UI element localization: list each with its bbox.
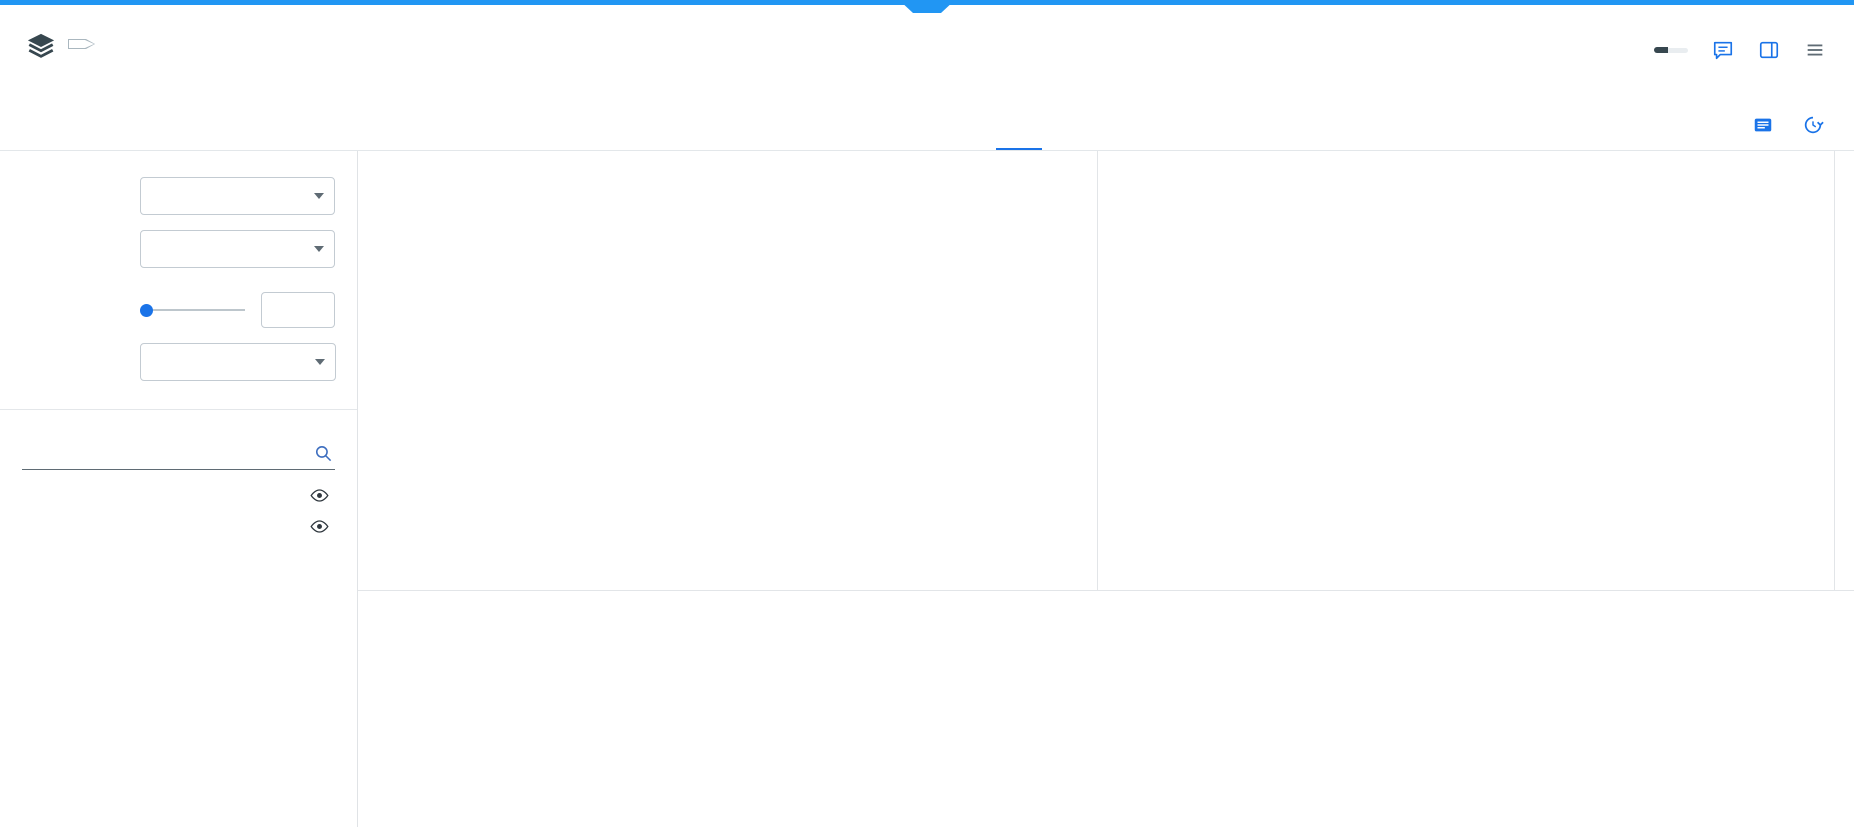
- smoothing-value-input[interactable]: [261, 292, 335, 328]
- scalar-item-model-stats-gradients[interactable]: [22, 511, 335, 542]
- app-logo-icon: [26, 31, 56, 61]
- tab-bar-tabs: [720, 100, 1134, 150]
- scalars-list: [22, 480, 335, 578]
- id-chip-value: [1668, 48, 1688, 53]
- visibility-eye-icon[interactable]: [310, 520, 329, 533]
- group-by-select[interactable]: [140, 177, 335, 215]
- header: [0, 5, 1854, 100]
- slider-track: [140, 309, 245, 311]
- chevron-down-icon: [314, 246, 324, 252]
- smoothing-slider[interactable]: [140, 303, 245, 317]
- feedback-icon[interactable]: [1712, 39, 1734, 61]
- tab-debug-samples[interactable]: [1088, 100, 1134, 150]
- tab-console[interactable]: [950, 100, 996, 150]
- menu-icon[interactable]: [1804, 39, 1826, 61]
- horizontal-axis-select[interactable]: [140, 230, 335, 268]
- scalar-item-metrics[interactable]: [22, 480, 335, 511]
- find-scalars-input[interactable]: [22, 440, 335, 470]
- id-chip-label: [1654, 47, 1668, 53]
- auto-refresh-icon[interactable]: [1802, 114, 1824, 136]
- add-tag-label: [69, 40, 94, 48]
- smoothing-method-select[interactable]: [140, 343, 336, 381]
- tab-dataviews[interactable]: [858, 100, 904, 150]
- tab-artifacts[interactable]: [812, 100, 858, 150]
- visibility-eye-icon[interactable]: [310, 489, 329, 502]
- tab-configuration[interactable]: [766, 100, 812, 150]
- scalars-sidebar: [0, 151, 358, 827]
- sidebar-divider: [0, 409, 357, 410]
- experiment-id-chip[interactable]: [1654, 47, 1688, 53]
- details-view-icon[interactable]: [1752, 114, 1774, 136]
- chart-panel-0: [358, 151, 1098, 590]
- side-panel-icon[interactable]: [1758, 39, 1780, 61]
- tab-bar: [0, 100, 1854, 151]
- slider-thumb[interactable]: [140, 304, 153, 317]
- search-icon[interactable]: [314, 444, 333, 463]
- scalar-item-monitor-machine[interactable]: [22, 560, 335, 578]
- scalar-item-monitor-gpu[interactable]: [22, 542, 335, 560]
- chevron-down-icon: [315, 359, 325, 365]
- chevron-down-icon: [314, 193, 324, 199]
- tab-scalars[interactable]: [996, 100, 1042, 150]
- tab-execution[interactable]: [720, 100, 766, 150]
- tab-info[interactable]: [904, 100, 950, 150]
- tab-plots[interactable]: [1042, 100, 1088, 150]
- add-tag-button[interactable]: [68, 39, 95, 49]
- chart-panel-1: [1098, 151, 1835, 590]
- scalars-main: [358, 151, 1854, 827]
